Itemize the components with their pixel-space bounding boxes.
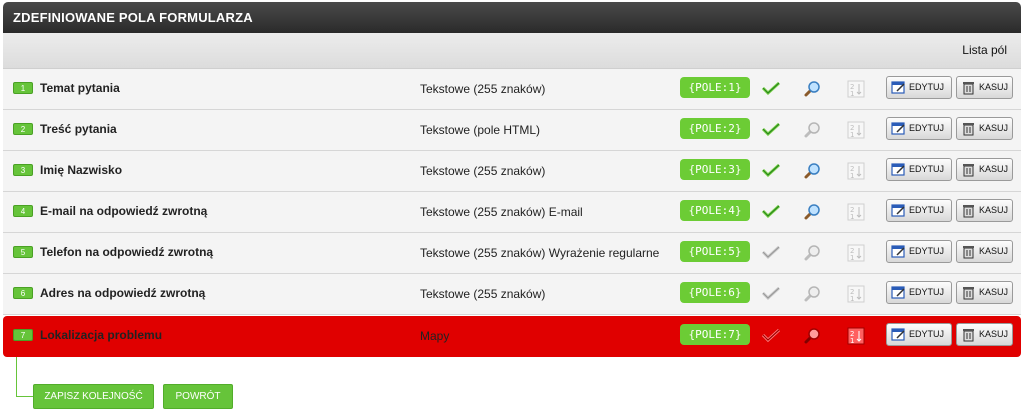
delete-button[interactable]: KASUJ bbox=[956, 158, 1013, 181]
list-label: Lista pól bbox=[962, 43, 1007, 57]
search-icon[interactable] bbox=[803, 244, 821, 262]
edit-button-label: EDYTUJ bbox=[909, 82, 945, 92]
delete-button-label: KASUJ bbox=[979, 123, 1009, 133]
field-name: Lokalizacja problemu bbox=[40, 328, 163, 342]
search-icon[interactable] bbox=[803, 327, 821, 345]
sort-order-icon[interactable]: 21 bbox=[847, 121, 865, 139]
edit-button[interactable]: EDYTUJ bbox=[886, 158, 952, 181]
field-type: Tekstowe (255 znaków) Wyrażenie regularn… bbox=[420, 246, 660, 260]
svg-text:1: 1 bbox=[850, 295, 854, 303]
field-tag-badge: {POLE:5} bbox=[680, 241, 750, 262]
delete-button[interactable]: KASUJ bbox=[956, 281, 1013, 304]
search-icon[interactable] bbox=[803, 203, 821, 221]
edit-button-label: EDYTUJ bbox=[909, 246, 945, 256]
edit-button[interactable]: EDYTUJ bbox=[886, 76, 952, 99]
field-type: Tekstowe (255 znaków) bbox=[420, 82, 546, 96]
required-check-icon[interactable] bbox=[761, 327, 781, 345]
table-row[interactable]: 6 Adres na odpowiedź zwrotną Tekstowe (2… bbox=[3, 274, 1021, 315]
sort-order-icon[interactable]: 21 bbox=[847, 80, 865, 98]
delete-button-label: KASUJ bbox=[979, 287, 1009, 297]
field-tag-badge: {POLE:7} bbox=[680, 324, 750, 345]
edit-button-label: EDYTUJ bbox=[909, 123, 945, 133]
row-number-badge: 4 bbox=[13, 205, 33, 217]
row-number-badge: 2 bbox=[13, 123, 33, 135]
list-header: Lista pól bbox=[3, 33, 1021, 69]
row-number-badge: 6 bbox=[13, 287, 33, 299]
required-check-icon[interactable] bbox=[761, 80, 781, 98]
search-icon[interactable] bbox=[803, 162, 821, 180]
save-order-button[interactable]: ZAPISZ KOLEJNOŚĆ bbox=[33, 384, 154, 409]
delete-button-label: KASUJ bbox=[979, 205, 1009, 215]
edit-button-label: EDYTUJ bbox=[909, 329, 945, 339]
required-check-icon[interactable] bbox=[761, 162, 781, 180]
required-check-icon[interactable] bbox=[761, 121, 781, 139]
required-check-icon[interactable] bbox=[761, 203, 781, 221]
page-title: ZDEFINIOWANE POLA FORMULARZA bbox=[3, 2, 1021, 33]
required-check-icon[interactable] bbox=[761, 285, 781, 303]
edit-button[interactable]: EDYTUJ bbox=[886, 117, 952, 140]
field-type: Tekstowe (255 znaków) bbox=[420, 164, 546, 178]
search-icon[interactable] bbox=[803, 80, 821, 98]
sort-order-icon[interactable]: 21 bbox=[847, 203, 865, 221]
search-icon[interactable] bbox=[803, 285, 821, 303]
sort-order-icon[interactable]: 21 bbox=[847, 327, 865, 345]
delete-button-label: KASUJ bbox=[979, 82, 1009, 92]
field-tag-badge: {POLE:4} bbox=[680, 200, 750, 221]
back-button[interactable]: POWRÓT bbox=[163, 384, 233, 409]
svg-text:1: 1 bbox=[850, 131, 854, 139]
sort-order-icon[interactable]: 21 bbox=[847, 162, 865, 180]
field-type: Mapy bbox=[420, 329, 450, 343]
field-tag-badge: {POLE:6} bbox=[680, 282, 750, 303]
edit-button[interactable]: EDYTUJ bbox=[886, 281, 952, 304]
delete-button[interactable]: KASUJ bbox=[956, 323, 1013, 346]
table-row[interactable]: 4 E-mail na odpowiedź zwrotną Tekstowe (… bbox=[3, 192, 1021, 233]
edit-button-label: EDYTUJ bbox=[909, 205, 945, 215]
delete-button-label: KASUJ bbox=[979, 329, 1009, 339]
delete-button[interactable]: KASUJ bbox=[956, 199, 1013, 222]
row-number-badge: 5 bbox=[13, 246, 33, 258]
delete-button[interactable]: KASUJ bbox=[956, 240, 1013, 263]
delete-button-label: KASUJ bbox=[979, 246, 1009, 256]
table-row[interactable]: 7 Lokalizacja problemu Mapy {POLE:7} 21 … bbox=[3, 316, 1021, 357]
svg-text:1: 1 bbox=[850, 90, 854, 98]
edit-button-label: EDYTUJ bbox=[909, 164, 945, 174]
field-name: Adres na odpowiedź zwrotną bbox=[40, 286, 206, 300]
field-name: Telefon na odpowiedź zwrotną bbox=[40, 245, 214, 259]
delete-button[interactable]: KASUJ bbox=[956, 117, 1013, 140]
field-tag-badge: {POLE:1} bbox=[680, 77, 750, 98]
row-number-badge: 3 bbox=[13, 164, 33, 176]
row-number-badge: 7 bbox=[13, 329, 33, 341]
edit-button[interactable]: EDYTUJ bbox=[886, 240, 952, 263]
sort-order-icon[interactable]: 21 bbox=[847, 285, 865, 303]
tree-connector bbox=[16, 357, 33, 397]
field-tag-badge: {POLE:2} bbox=[680, 118, 750, 139]
field-type: Tekstowe (255 znaków) E-mail bbox=[420, 205, 583, 219]
table-row[interactable]: 5 Telefon na odpowiedź zwrotną Tekstowe … bbox=[3, 233, 1021, 274]
table-row[interactable]: 3 Imię Nazwisko Tekstowe (255 znaków) {P… bbox=[3, 151, 1021, 192]
field-name: Imię Nazwisko bbox=[40, 163, 123, 177]
field-name: Temat pytania bbox=[40, 81, 120, 95]
table-row[interactable]: 1 Temat pytania Tekstowe (255 znaków) {P… bbox=[3, 69, 1021, 110]
field-name: Treść pytania bbox=[40, 122, 117, 136]
table-row[interactable]: 2 Treść pytania Tekstowe (pole HTML) {PO… bbox=[3, 110, 1021, 151]
search-icon[interactable] bbox=[803, 121, 821, 139]
required-check-icon[interactable] bbox=[761, 244, 781, 262]
svg-text:1: 1 bbox=[850, 213, 854, 221]
row-number-badge: 1 bbox=[13, 82, 33, 94]
field-type: Tekstowe (255 znaków) bbox=[420, 287, 546, 301]
delete-button-label: KASUJ bbox=[979, 164, 1009, 174]
edit-button-label: EDYTUJ bbox=[909, 287, 945, 297]
delete-button[interactable]: KASUJ bbox=[956, 76, 1013, 99]
edit-button[interactable]: EDYTUJ bbox=[886, 323, 952, 346]
edit-button[interactable]: EDYTUJ bbox=[886, 199, 952, 222]
svg-text:1: 1 bbox=[850, 254, 854, 262]
svg-text:1: 1 bbox=[850, 172, 854, 180]
field-tag-badge: {POLE:3} bbox=[680, 159, 750, 180]
svg-text:1: 1 bbox=[850, 337, 854, 345]
field-name: E-mail na odpowiedź zwrotną bbox=[40, 204, 208, 218]
field-type: Tekstowe (pole HTML) bbox=[420, 123, 541, 137]
sort-order-icon[interactable]: 21 bbox=[847, 244, 865, 262]
